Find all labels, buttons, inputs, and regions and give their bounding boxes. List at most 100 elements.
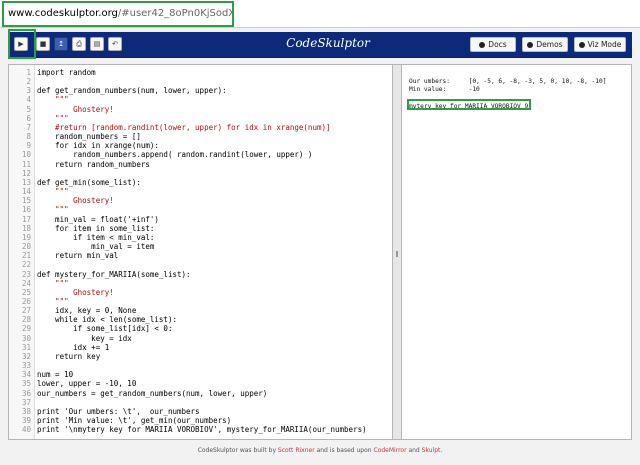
line-number: 11 [21, 159, 31, 169]
author-link[interactable]: Scott Rixner [278, 447, 315, 454]
app-brand: CodeSkulptor [286, 36, 370, 50]
line-number: 20 [21, 242, 31, 252]
line-number: 26 [21, 297, 31, 306]
line-number: 33 [21, 361, 31, 371]
code-line: Ghostery! [37, 104, 114, 114]
code-line: def get_min(some_list): [37, 177, 141, 187]
output-line: Min value: -10 [409, 86, 480, 94]
codeskulptor-toolbar: ▶ ■ ↥ ⎙ ▤ ↶ CodeSkulptor Docs Demos Viz … [8, 32, 632, 58]
address-bar[interactable]: www.codeskulptor.org/#user42_8oPn0KjSodX… [0, 0, 640, 28]
url-field[interactable]: www.codeskulptor.org/#user42_8oPn0KjSodX… [2, 1, 234, 27]
code-editor[interactable]: 1 2 3 4 5 6 7 8 9 10 11 12 13 14 15 16 17 18 19 20 21 22 23 24 2… [8, 64, 393, 440]
line-number: 4 [26, 95, 31, 105]
line-number: 31 [21, 342, 31, 352]
splitter-grip-icon[interactable] [396, 251, 398, 257]
code-line: num = 10 [37, 370, 74, 380]
url-path: /#user42_8oPn0KjSodX3EnG.py [117, 8, 234, 19]
output-console: Our umbers: [0, -5, 6, -8, -3, 5, 0, 10,… [401, 64, 632, 440]
gear-icon [527, 42, 534, 48]
line-number: 14 [21, 187, 31, 197]
line-number: 39 [21, 416, 31, 426]
code-line: idx, key = 0, None [37, 306, 137, 316]
line-number: 7 [26, 122, 31, 132]
line-number: 5 [26, 104, 31, 114]
line-number: 13 [21, 177, 31, 187]
line-number: 1 [26, 68, 31, 77]
download-button[interactable]: ↥ [54, 37, 68, 51]
line-number: 16 [21, 205, 31, 215]
footer-text-pre: CodeSkulptor was built by [197, 447, 278, 454]
line-number: 30 [21, 333, 31, 343]
demos-button[interactable]: Demos [522, 37, 568, 52]
code-line: random_numbers.append( random.randint(lo… [37, 150, 313, 160]
code-line: lower, upper = -10, 10 [37, 379, 137, 389]
code-line: for item in some_list: [37, 223, 155, 233]
code-line: print '\nmytery key for MARIIA VOROBIOV'… [37, 425, 367, 435]
line-number: 34 [21, 370, 31, 380]
print-button[interactable]: ⎙ [72, 37, 86, 51]
line-number: 17 [21, 214, 31, 224]
run-highlight [8, 29, 36, 59]
line-number: 3 [26, 86, 31, 96]
pane-splitter[interactable] [393, 64, 401, 440]
line-number: 15 [21, 196, 31, 206]
page-footer: CodeSkulptor was built by Scott Rixner a… [0, 447, 640, 454]
line-number: 9 [26, 141, 31, 151]
code-line: return key [37, 351, 101, 361]
line-number: 24 [21, 278, 31, 288]
footer-text-end: . [440, 447, 443, 454]
line-number: 27 [21, 306, 31, 316]
line-number: 40 [21, 425, 31, 435]
code-line: Ghostery! [37, 196, 114, 206]
code-line: random_numbers = [] [37, 132, 141, 142]
skulpt-link[interactable]: Skulpt [422, 447, 441, 454]
code-line: for idx in xrange(num): [37, 141, 159, 151]
line-gutter: 1 2 3 4 5 6 7 8 9 10 11 12 13 14 15 16 17 18 19 20 21 22 23 24 2… [9, 65, 35, 439]
code-line: #return [random.randint(lower, upper) fo… [37, 122, 331, 132]
code-line: def mystery_for_MARIIA(some_list): [37, 269, 191, 279]
code-line: """ [37, 205, 69, 215]
arrow-icon [578, 42, 585, 48]
url-host: www.codeskulptor.org [8, 8, 118, 19]
code-line: if item < min_val: [37, 232, 155, 242]
code-line: import random [37, 68, 96, 77]
code-line: """ [37, 113, 69, 123]
line-number: 19 [21, 232, 31, 242]
line-number: 22 [21, 260, 31, 270]
line-number: 25 [21, 287, 31, 297]
footer-text-mid: and is based upon [314, 447, 374, 454]
code-line: if some_list[idx] < 0: [37, 324, 173, 334]
footer-text-and: and [406, 447, 422, 454]
demos-label: Demos [536, 40, 563, 49]
code-line: def get_random_numbers(num, lower, upper… [37, 86, 227, 96]
code-line: """ [37, 278, 69, 288]
code-line: min_val = float('+inf') [37, 214, 159, 224]
codemirror-link[interactable]: CodeMirror [374, 447, 407, 454]
line-number: 35 [21, 379, 31, 389]
line-number: 23 [21, 269, 31, 279]
line-number: 37 [21, 397, 31, 407]
line-number: 18 [21, 223, 31, 233]
open-button[interactable]: ▤ [90, 37, 104, 51]
line-number: 28 [21, 315, 31, 325]
output-line: Our umbers: [0, -5, 6, -8, -3, 5, 0, 10,… [409, 78, 607, 85]
code-line: while idx < len(some_list): [37, 315, 177, 325]
line-number: 12 [21, 168, 31, 178]
docs-button[interactable]: Docs [470, 37, 516, 52]
line-number: 8 [26, 132, 31, 142]
line-number: 32 [21, 351, 31, 361]
line-number: 36 [21, 388, 31, 398]
code-line: return min_val [37, 251, 119, 261]
line-number: 6 [26, 113, 31, 123]
info-icon [479, 42, 486, 48]
code-line: print 'Min value: \t', get_min(our_numbe… [37, 416, 232, 426]
line-number: 38 [21, 406, 31, 416]
reset-button[interactable]: ↶ [108, 37, 122, 51]
line-number: 10 [21, 150, 31, 160]
line-number: 21 [21, 251, 31, 261]
line-number: 29 [21, 324, 31, 334]
line-number: 2 [26, 77, 31, 87]
viz-mode-button[interactable]: Viz Mode [574, 37, 626, 52]
save-button[interactable]: ■ [36, 37, 50, 51]
code-line: return random_numbers [37, 159, 150, 169]
